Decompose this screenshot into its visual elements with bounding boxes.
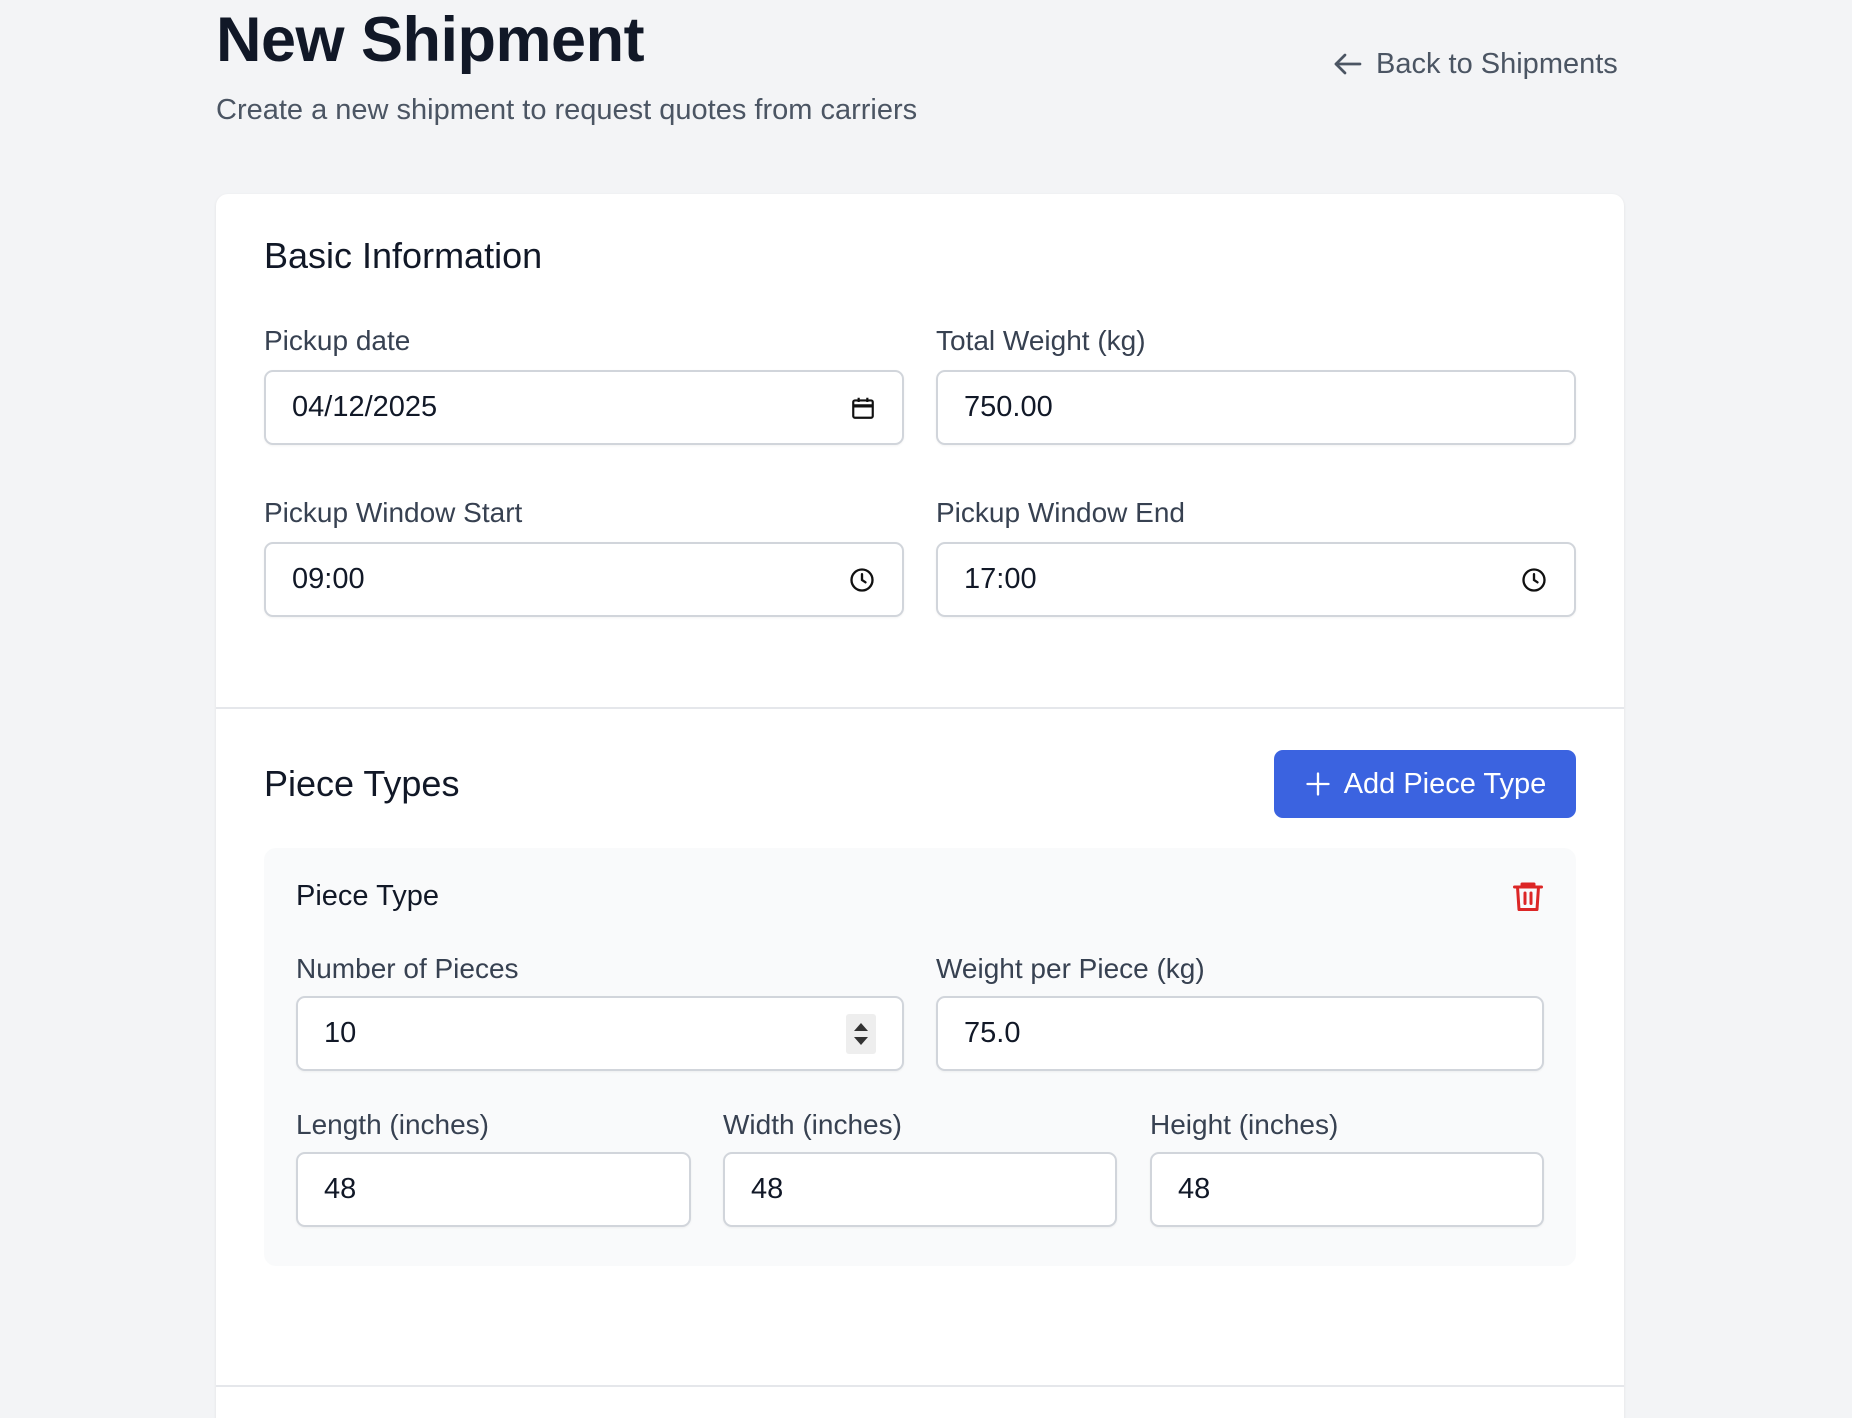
clock-icon[interactable] xyxy=(1520,566,1548,594)
add-piece-type-button[interactable]: Add Piece Type xyxy=(1274,750,1576,818)
length-label: Length (inches) xyxy=(296,1109,490,1140)
number-stepper[interactable] xyxy=(846,1013,876,1054)
piece-weight-value: 75.0 xyxy=(964,1017,1021,1049)
window-start-label: Pickup Window Start xyxy=(264,497,523,528)
total-weight-value: 750.00 xyxy=(964,391,1053,423)
add-piece-type-label: Add Piece Type xyxy=(1343,767,1547,800)
length-input[interactable]: 48 xyxy=(296,1152,691,1227)
trash-icon[interactable] xyxy=(1510,878,1546,914)
height-input[interactable]: 48 xyxy=(1150,1152,1544,1227)
pickup-date-value: 04/12/2025 xyxy=(292,391,438,423)
section-divider xyxy=(216,1385,1624,1387)
chevron-down-icon[interactable] xyxy=(854,1036,868,1045)
total-weight-label: Total Weight (kg) xyxy=(936,325,1146,356)
window-end-input[interactable]: 17:00 xyxy=(936,542,1576,617)
pickup-date-label: Pickup date xyxy=(264,325,411,356)
basic-info-title: Basic Information xyxy=(264,235,543,276)
back-link-label: Back to Shipments xyxy=(1376,48,1618,80)
window-start-input[interactable]: 09:00 xyxy=(264,542,904,617)
back-to-shipments-link[interactable]: Back to Shipments xyxy=(1330,46,1618,82)
calendar-icon[interactable] xyxy=(850,395,876,421)
piece-weight-label: Weight per Piece (kg) xyxy=(936,953,1205,984)
width-input[interactable]: 48 xyxy=(723,1152,1117,1227)
length-value: 48 xyxy=(324,1173,357,1205)
section-divider xyxy=(216,707,1624,709)
width-value: 48 xyxy=(751,1173,784,1205)
window-end-label: Pickup Window End xyxy=(936,497,1186,528)
window-end-value: 17:00 xyxy=(964,563,1037,595)
pickup-date-input[interactable]: 04/12/2025 xyxy=(264,370,904,445)
piece-count-label: Number of Pieces xyxy=(296,953,519,984)
window-start-value: 09:00 xyxy=(292,563,365,595)
page-subtitle: Create a new shipment to request quotes … xyxy=(216,94,918,126)
width-label: Width (inches) xyxy=(723,1109,902,1140)
piece-type-title: Piece Type xyxy=(296,880,439,912)
piece-count-input[interactable]: 10 xyxy=(296,996,904,1071)
clock-icon[interactable] xyxy=(848,566,876,594)
shipment-form-card: Basic Information Pickup date 04/12/2025… xyxy=(216,194,1624,1418)
chevron-up-icon[interactable] xyxy=(854,1022,868,1031)
piece-types-title: Piece Types xyxy=(264,763,460,804)
height-value: 48 xyxy=(1178,1173,1211,1205)
page-title: New Shipment xyxy=(216,5,645,75)
piece-weight-input[interactable]: 75.0 xyxy=(936,996,1544,1071)
piece-count-value: 10 xyxy=(324,1017,357,1049)
height-label: Height (inches) xyxy=(1150,1109,1339,1140)
piece-type-panel: Piece Type Number of Pieces 10 Weight pe… xyxy=(264,848,1576,1266)
plus-icon xyxy=(1306,772,1330,796)
total-weight-input[interactable]: 750.00 xyxy=(936,370,1576,445)
arrow-left-icon xyxy=(1334,53,1362,75)
